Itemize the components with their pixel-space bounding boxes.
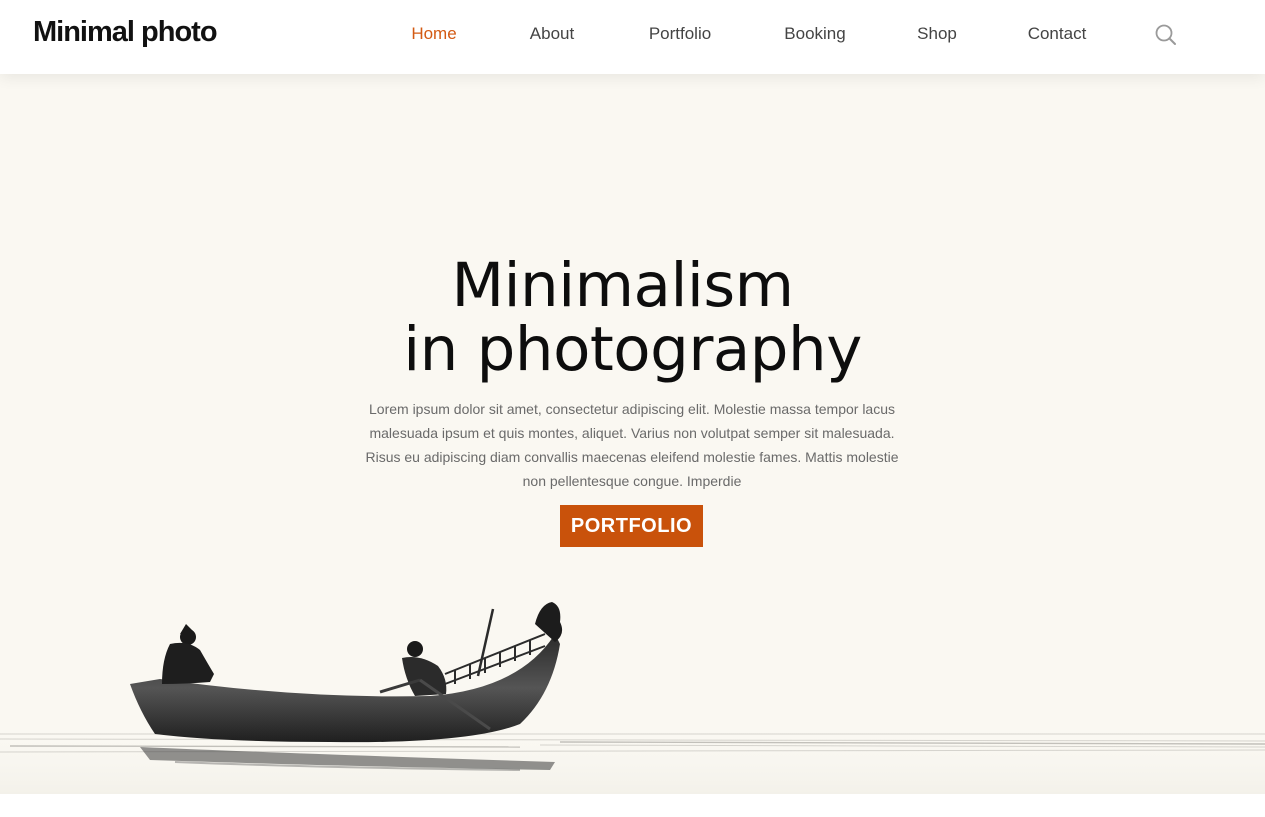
site-logo[interactable]: Minimal photo	[33, 16, 218, 49]
hero-section: Minimalism in photography Lorem ipsum do…	[0, 74, 1265, 794]
site-header: Minimal photo Home About Portfolio Booki…	[0, 0, 1265, 74]
nav-item-contact[interactable]: Contact	[1028, 24, 1087, 44]
hero-title-line2: in photography	[403, 314, 862, 385]
hero-description: Lorem ipsum dolor sit amet, consectetur …	[365, 401, 899, 489]
nav-item-about[interactable]: About	[530, 24, 574, 44]
nav-item-portfolio[interactable]: Portfolio	[649, 24, 711, 44]
search-button[interactable]	[1153, 22, 1179, 48]
nav-item-home[interactable]: Home	[411, 24, 456, 44]
portfolio-button[interactable]: PORTFOLIO	[560, 505, 703, 547]
boat-image	[0, 602, 1265, 794]
page: Minimal photo Home About Portfolio Booki…	[0, 0, 1265, 817]
nav-item-shop[interactable]: Shop	[917, 24, 957, 44]
nav-item-booking[interactable]: Booking	[784, 24, 845, 44]
hero-title-line1: Minimalism	[451, 250, 794, 321]
search-icon	[1155, 24, 1176, 45]
